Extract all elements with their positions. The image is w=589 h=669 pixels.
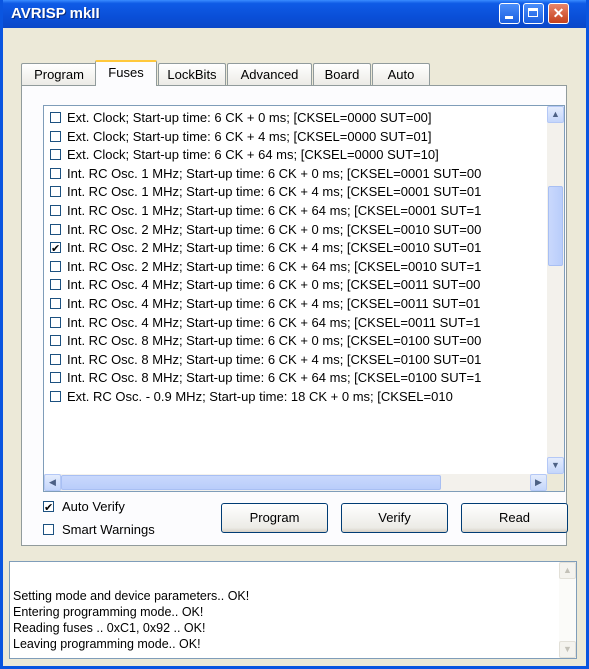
log-scroll-down-button[interactable]: ▼ (559, 641, 576, 658)
log-line: Reading fuses .. 0xC1, 0x92 .. OK! (13, 621, 206, 635)
fuse-checkbox[interactable] (50, 205, 61, 216)
tab-label: Advanced (240, 67, 299, 82)
window-title: AVRISP mkII (11, 5, 100, 22)
fuse-checkbox[interactable] (50, 316, 61, 328)
tab-label: Fuses (108, 65, 144, 80)
tab-auto[interactable]: Auto (372, 63, 430, 85)
fuse-checkbox[interactable] (50, 298, 61, 309)
fuse-checkbox[interactable] (50, 223, 61, 235)
fuse-option-label: Int. RC Osc. 8 MHz; Start-up time: 6 CK … (67, 370, 482, 386)
tab-lockbits[interactable]: LockBits (158, 63, 226, 85)
fuse-checkbox[interactable] (50, 391, 61, 402)
tab-label: LockBits (167, 67, 217, 82)
scroll-down-button[interactable]: ▼ (547, 457, 564, 474)
fuse-checkbox[interactable] (50, 353, 61, 365)
fuse-option-label: Int. RC Osc. 1 MHz; Start-up time: 6 CK … (67, 165, 482, 181)
fuse-checkbox[interactable] (50, 112, 61, 123)
fuse-checkbox[interactable] (50, 279, 61, 291)
scroll-left-button[interactable]: ◀ (44, 474, 61, 491)
verify-button[interactable]: Verify (341, 503, 448, 533)
fuse-option-label: Int. RC Osc. 2 MHz; Start-up time: 6 CK … (67, 258, 482, 274)
fuse-checkbox[interactable] (50, 240, 61, 258)
auto-verify-label: Auto Verify (62, 499, 125, 514)
fuse-option-label: Ext. Clock; Start-up time: 6 CK + 64 ms;… (67, 147, 439, 163)
fuse-option-label: Int. RC Osc. 1 MHz; Start-up time: 6 CK … (67, 184, 482, 200)
maximize-icon (528, 8, 538, 17)
arrow-down-icon: ▼ (551, 460, 560, 470)
arrow-up-icon: ▲ (563, 565, 572, 575)
fuse-option-label: Int. RC Osc. 4 MHz; Start-up time: 6 CK … (67, 296, 481, 311)
fuse-checkbox[interactable] (50, 130, 61, 142)
tab-advanced[interactable]: Advanced (227, 63, 312, 85)
fuse-option-label: Int. RC Osc. 4 MHz; Start-up time: 6 CK … (67, 277, 481, 293)
arrow-down-icon: ▼ (563, 644, 572, 654)
arrow-right-icon: ▶ (535, 477, 542, 487)
log-line: Entering programming mode.. OK! (13, 605, 204, 619)
fuse-option-label: Int. RC Osc. 2 MHz; Start-up time: 6 CK … (67, 240, 482, 256)
fuse-option-label: Int. RC Osc. 8 MHz; Start-up time: 6 CK … (67, 351, 482, 367)
scrollbar-thumb[interactable] (61, 475, 441, 490)
minimize-icon (505, 16, 513, 19)
scrollbar-thumb[interactable] (548, 186, 563, 266)
scroll-up-button[interactable]: ▲ (547, 106, 564, 123)
tab-label: Auto (387, 67, 415, 82)
arrow-up-icon: ▲ (551, 109, 560, 119)
read-button[interactable]: Read (461, 503, 568, 533)
program-button[interactable]: Program (221, 503, 328, 533)
smart-warnings-label: Smart Warnings (62, 522, 155, 537)
close-icon: ✕ (552, 5, 565, 21)
tab-label: Board (324, 67, 360, 82)
close-button[interactable]: ✕ (548, 3, 569, 24)
vertical-scrollbar[interactable]: ▲ ▼ (547, 106, 564, 474)
log-scroll-up-button[interactable]: ▲ (559, 562, 576, 579)
fuse-checkbox[interactable] (50, 149, 61, 161)
fuse-option-label: Ext. RC Osc. - 0.9 MHz; Start-up time: 1… (67, 389, 453, 404)
fuse-checkbox[interactable] (50, 260, 61, 272)
fuse-option-label: Int. RC Osc. 4 MHz; Start-up time: 6 CK … (67, 314, 481, 330)
horizontal-scrollbar[interactable]: ◀ ▶ (44, 474, 547, 491)
status-log[interactable]: Setting mode and device parameters.. OK!… (9, 561, 577, 659)
fuse-option-label: Int. RC Osc. 1 MHz; Start-up time: 6 CK … (67, 203, 482, 218)
fuse-option-label: Int. RC Osc. 2 MHz; Start-up time: 6 CK … (67, 221, 482, 237)
log-line: Setting mode and device parameters.. OK! (13, 589, 250, 603)
maximize-button[interactable] (523, 3, 544, 24)
scroll-right-button[interactable]: ▶ (530, 474, 547, 491)
log-scrollbar[interactable]: ▲ ▼ (559, 562, 576, 658)
fuse-checkbox[interactable] (50, 167, 61, 179)
tab-fuses[interactable]: Fuses (95, 60, 157, 86)
fuse-option-label: Int. RC Osc. 8 MHz; Start-up time: 6 CK … (67, 333, 482, 349)
fuse-option-label: Ext. Clock; Start-up time: 6 CK + 0 ms; … (67, 110, 432, 125)
fuse-option-label: Ext. Clock; Start-up time: 6 CK + 4 ms; … (67, 128, 432, 144)
tab-label: Program (34, 67, 84, 82)
arrow-left-icon: ◀ (49, 477, 56, 487)
fuse-list[interactable]: Ext. Clock; Start-up time: 6 CK + 0 ms; … (43, 105, 565, 492)
title-bar[interactable]: AVRISP mkII ✕ (3, 0, 586, 28)
log-line: Leaving programming mode.. OK! (13, 637, 201, 651)
fuse-checkbox[interactable] (50, 335, 61, 347)
checkbox-box[interactable] (43, 499, 54, 517)
tab-board[interactable]: Board (313, 63, 371, 85)
checkbox-box[interactable] (43, 524, 54, 535)
minimize-button[interactable] (499, 3, 520, 24)
fuse-checkbox[interactable] (50, 372, 61, 384)
tab-program[interactable]: Program (21, 63, 97, 85)
scroll-corner (547, 474, 564, 491)
fuse-checkbox[interactable] (50, 186, 61, 198)
